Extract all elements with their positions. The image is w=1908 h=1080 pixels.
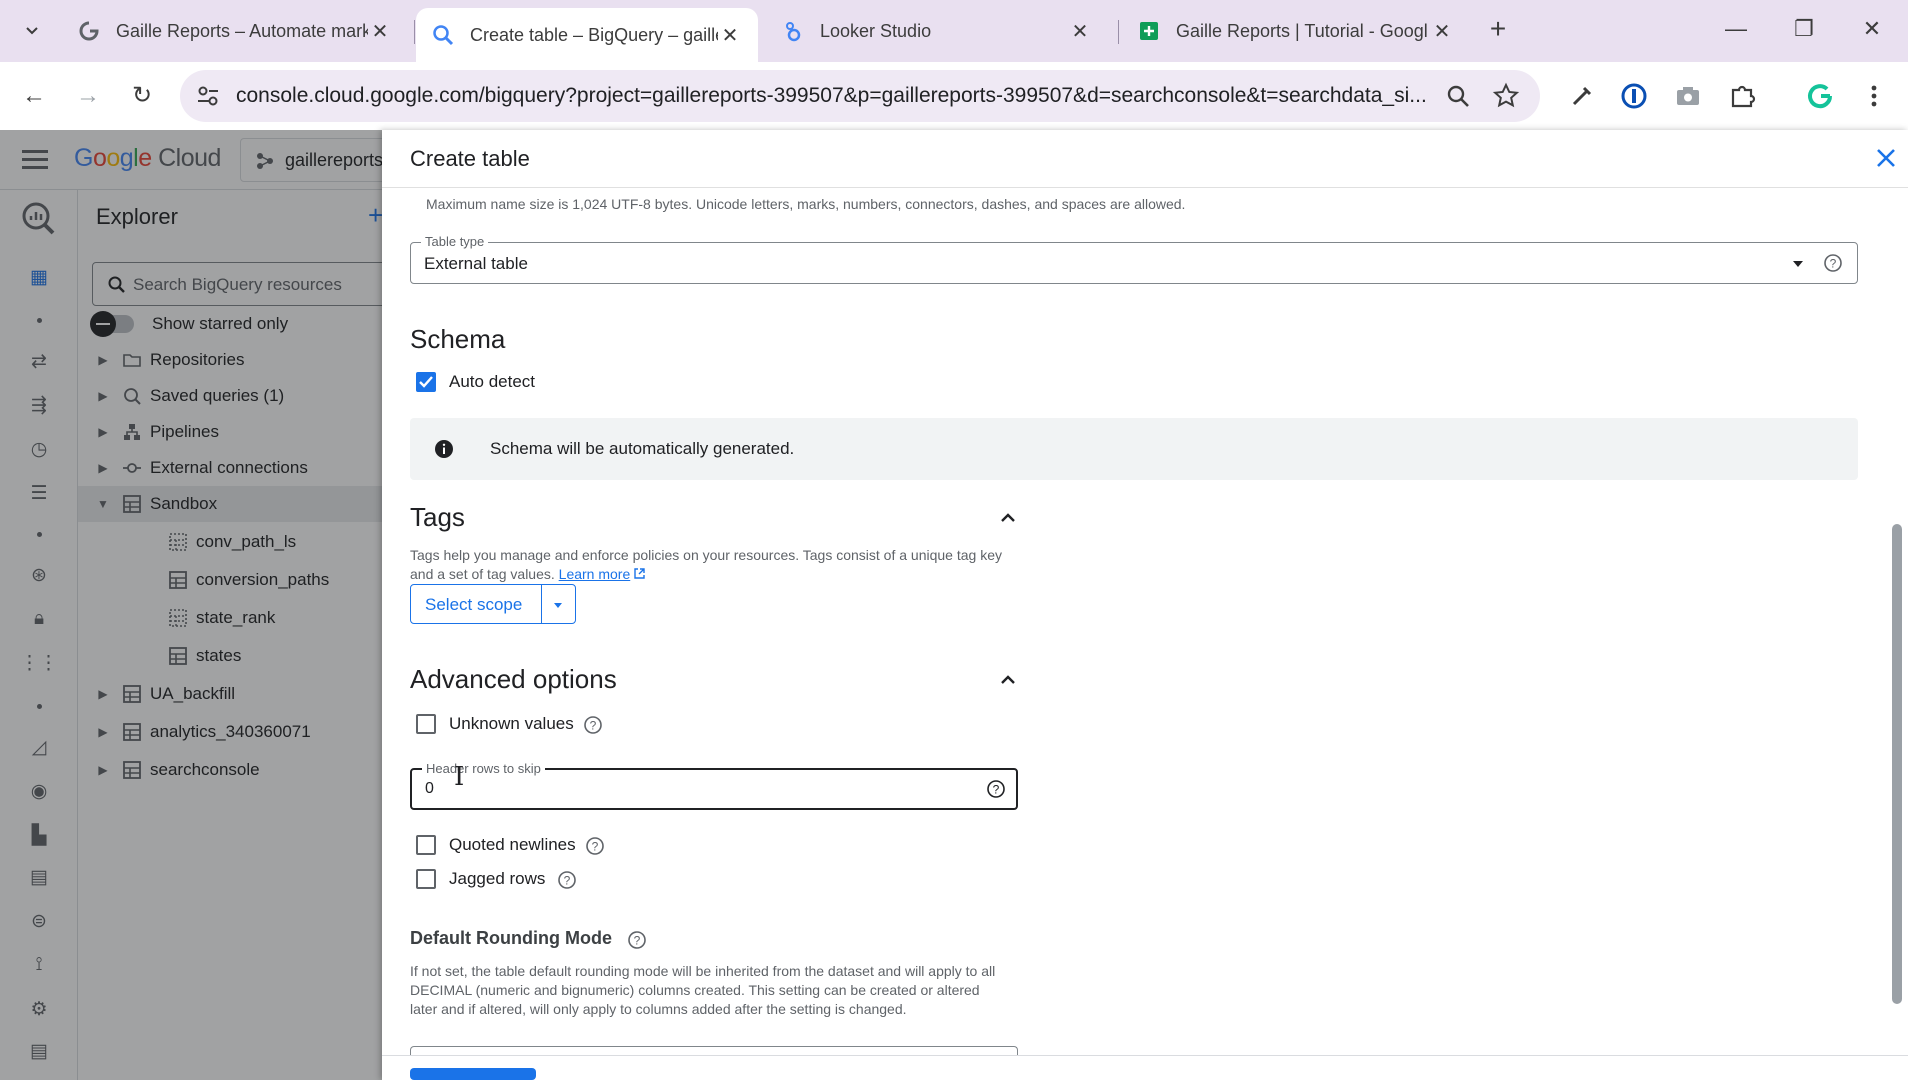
help-icon[interactable]: ? xyxy=(1823,253,1843,273)
schema-info-text: Schema will be automatically generated. xyxy=(490,439,795,458)
gaille-favicon-icon xyxy=(79,21,99,41)
tab-search-button[interactable] xyxy=(14,12,50,48)
address-bar[interactable]: console.cloud.google.com/bigquery?projec… xyxy=(180,70,1540,122)
restore-button[interactable]: ❐ xyxy=(1786,14,1822,46)
jagged-rows-checkbox[interactable] xyxy=(416,869,436,889)
tab-separator xyxy=(414,20,415,44)
svg-text:?: ? xyxy=(993,783,1000,797)
header-rows-label: Header rows to skip xyxy=(422,761,545,776)
modal-scrim[interactable] xyxy=(0,130,382,1080)
table-type-select[interactable]: Table type External table ? xyxy=(410,234,1858,284)
dropdown-arrow-icon[interactable] xyxy=(552,599,564,611)
table-name-hint: Maximum name size is 1,024 UTF-8 bytes. … xyxy=(426,196,1186,212)
svg-text:?: ? xyxy=(590,719,597,733)
table-type-label: Table type xyxy=(421,234,489,249)
tab-separator xyxy=(1118,20,1119,44)
advanced-options-title: Advanced options xyxy=(410,664,617,694)
site-info-icon[interactable] xyxy=(194,82,222,110)
select-scope-split-button[interactable]: Select scope xyxy=(410,584,576,624)
quoted-newlines-label: Quoted newlines xyxy=(449,835,576,854)
panel-footer xyxy=(382,1055,1908,1080)
tab-title: Looker Studio xyxy=(820,20,932,41)
select-scope-button[interactable]: Select scope xyxy=(425,595,522,615)
jagged-rows-label: Jagged rows xyxy=(449,869,546,888)
forward-button[interactable]: → xyxy=(70,78,106,114)
url-text[interactable]: console.cloud.google.com/bigquery?projec… xyxy=(236,84,1436,108)
tab-title: Create table – BigQuery – gaille xyxy=(470,24,718,45)
help-icon[interactable]: ? xyxy=(585,836,605,856)
grammarly-extension-icon[interactable] xyxy=(1804,80,1836,112)
password-manager-extension-icon[interactable] xyxy=(1618,80,1650,112)
header-rows-to-skip-input[interactable]: Header rows to skip 0 ? xyxy=(410,761,1018,810)
browser-tab-looker-studio[interactable]: Looker Studio ✕ xyxy=(766,8,1108,54)
tab-title: Gaille Reports – Automate mark xyxy=(116,20,368,41)
tags-section-title: Tags xyxy=(410,502,465,532)
schema-section-title: Schema xyxy=(410,324,506,354)
external-link-icon[interactable] xyxy=(633,567,646,580)
new-tab-button[interactable]: + xyxy=(1482,14,1514,46)
close-tab-icon[interactable]: ✕ xyxy=(1430,19,1454,44)
tags-description: Tags help you manage and enforce policie… xyxy=(410,547,1002,582)
chevron-up-icon[interactable] xyxy=(998,508,1018,528)
browser-menu-icon[interactable] xyxy=(1858,80,1890,112)
table-type-value: External table xyxy=(424,254,528,273)
rounding-mode-title: Default Rounding Mode xyxy=(410,928,612,948)
text-cursor-icon: I xyxy=(454,762,465,792)
reload-button[interactable]: ↻ xyxy=(124,78,160,114)
panel-scrollbar[interactable] xyxy=(1892,524,1902,1004)
create-table-panel: Create table Maximum name size is 1,024 … xyxy=(382,130,1908,1080)
close-tab-icon[interactable]: ✕ xyxy=(718,23,742,48)
split-divider xyxy=(541,585,542,623)
browser-tab-gaille-tutorial[interactable]: Gaille Reports | Tutorial - Googl ✕ xyxy=(1122,8,1470,54)
help-icon[interactable]: ? xyxy=(986,779,1006,799)
svg-text:?: ? xyxy=(564,874,571,888)
bigquery-favicon-icon xyxy=(433,25,454,46)
auto-detect-label: Auto detect xyxy=(449,372,536,391)
browser-tab-gaille-reports[interactable]: Gaille Reports – Automate mark ✕ xyxy=(62,8,408,54)
header-rows-value[interactable]: 0 xyxy=(425,780,434,798)
dropdown-arrow-icon[interactable] xyxy=(1791,257,1805,271)
minimize-button[interactable]: — xyxy=(1718,14,1754,46)
eyedropper-extension-icon[interactable] xyxy=(1566,80,1598,112)
close-icon[interactable] xyxy=(1872,144,1900,172)
create-table-button[interactable] xyxy=(410,1068,536,1080)
quoted-newlines-checkbox[interactable] xyxy=(416,835,436,855)
google-sheets-favicon-icon xyxy=(1140,22,1158,40)
bookmark-star-icon[interactable] xyxy=(1492,82,1520,110)
help-icon[interactable]: ? xyxy=(627,930,647,950)
unknown-values-checkbox[interactable] xyxy=(416,714,436,734)
auto-detect-checkbox[interactable] xyxy=(416,372,436,392)
panel-title: Create table xyxy=(410,146,530,171)
screenshot-extension-icon[interactable] xyxy=(1672,80,1704,112)
panel-header: Create table xyxy=(382,130,1908,188)
info-icon xyxy=(435,440,453,458)
browser-tab-create-table[interactable]: Create table – BigQuery – gaille ✕ xyxy=(416,8,758,62)
svg-text:?: ? xyxy=(1830,257,1837,271)
looker-studio-favicon-icon xyxy=(786,22,801,42)
close-tab-icon[interactable]: ✕ xyxy=(1068,19,1092,44)
browser-tab-strip: Gaille Reports – Automate mark ✕ Create … xyxy=(0,0,1908,62)
svg-text:?: ? xyxy=(592,840,599,854)
browser-toolbar: ← → ↻ console.cloud.google.com/bigquery?… xyxy=(0,62,1908,130)
chevron-down-icon xyxy=(26,27,38,35)
extensions-puzzle-icon[interactable] xyxy=(1726,80,1758,112)
help-icon[interactable]: ? xyxy=(583,715,603,735)
chevron-up-icon[interactable] xyxy=(998,670,1018,690)
checkmark-icon xyxy=(419,376,433,388)
unknown-values-label: Unknown values xyxy=(449,714,574,733)
tab-title: Gaille Reports | Tutorial - Googl xyxy=(1176,20,1428,41)
svg-text:?: ? xyxy=(634,934,641,948)
schema-info-banner: Schema will be automatically generated. xyxy=(410,418,1858,480)
close-window-button[interactable]: ✕ xyxy=(1854,14,1890,46)
zoom-icon[interactable] xyxy=(1444,82,1472,110)
rounding-mode-description: If not set, the table default rounding m… xyxy=(410,963,996,1017)
back-button[interactable]: ← xyxy=(16,78,52,114)
help-icon[interactable]: ? xyxy=(557,870,577,890)
close-tab-icon[interactable]: ✕ xyxy=(368,19,392,44)
learn-more-link[interactable]: Learn more xyxy=(559,566,631,582)
